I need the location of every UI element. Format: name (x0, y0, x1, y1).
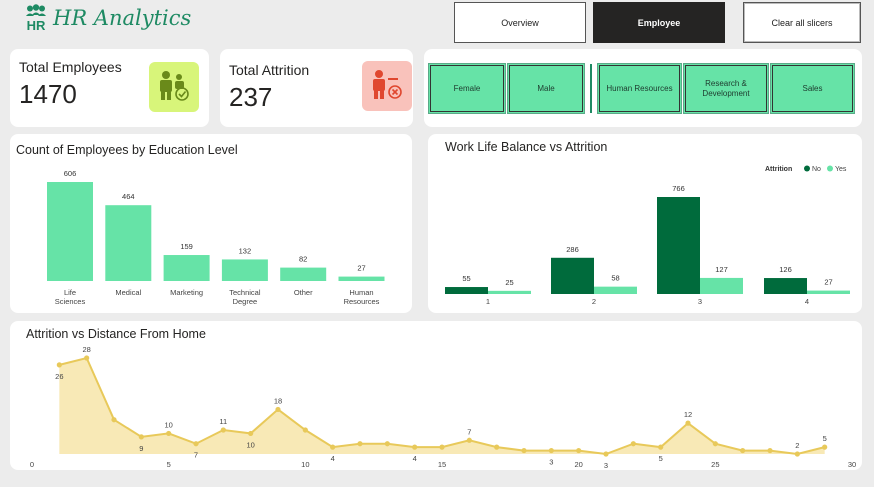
kpi-title: Total Attrition (229, 62, 310, 78)
data-label: 159 (180, 242, 193, 251)
svg-text:HR: HR (27, 18, 46, 32)
legend-label: Yes (835, 166, 847, 173)
kpi-total-attrition: Total Attrition 237 (220, 49, 413, 127)
slicer-male[interactable]: Male (507, 63, 585, 114)
employee-check-icon (149, 62, 199, 112)
data-label: 25 (505, 278, 513, 287)
worklife-chart-card: Work Life Balance vs Attrition 55 25 1 286 5… (428, 134, 862, 313)
tick-label: Human (349, 288, 373, 297)
data-label: 127 (715, 265, 728, 274)
tick-label: Other (294, 288, 313, 297)
data-label: 286 (566, 245, 579, 254)
worklife-bar-chart: 55 25 1 286 58 2 766 127 3 126 27 4 Attrition No Yes (445, 165, 850, 306)
kpi-total-employees: Total Employees 1470 (10, 49, 209, 127)
slicer-divider (590, 64, 592, 113)
legend-marker (804, 165, 810, 172)
education-bar-chart: 606 LifeSciences 464 Medical 159 Marketing 132… (47, 169, 385, 306)
bar-human-resources (338, 276, 385, 281)
overview-button[interactable]: Overview (454, 2, 586, 43)
bar-other (280, 267, 327, 281)
employee-remove-icon (362, 61, 412, 111)
bar-yes-1 (488, 290, 531, 294)
legend-label: No (812, 166, 821, 173)
data-label: 58 (611, 274, 619, 283)
slicer-sales[interactable]: Sales (770, 63, 855, 114)
bar-marketing (163, 255, 210, 281)
bar-yes-2 (594, 286, 637, 294)
bar-technical-degree (221, 259, 268, 281)
slicer-research-development[interactable]: Research & Development (683, 63, 769, 114)
hr-logo-icon: HR (22, 4, 50, 33)
tick-label: Life (64, 288, 76, 297)
education-chart-card: Count of Employees by Education Level 60… (10, 134, 412, 313)
kpi-title: Total Employees (19, 59, 122, 75)
data-label: 82 (299, 255, 307, 264)
bar-no-1 (445, 287, 488, 294)
bar-life-sciences (47, 182, 93, 281)
clear-slicers-button[interactable]: Clear all slicers (743, 2, 861, 43)
kpi-value: 1470 (19, 79, 77, 109)
slicer-female[interactable]: Female (428, 63, 506, 114)
bar-medical (105, 205, 152, 281)
legend-title: Attrition (765, 166, 792, 173)
tick-label: 4 (805, 297, 809, 306)
distance-chart-card: Attrition vs Distance From Home (10, 321, 862, 470)
employee-button[interactable]: Employee (593, 2, 725, 43)
bar-yes-3 (700, 277, 743, 294)
bar-no-3 (657, 197, 700, 294)
data-label: 126 (779, 265, 792, 274)
chart-title: Attrition vs Distance From Home (26, 327, 206, 341)
bar-no-2 (551, 257, 594, 294)
tick-label: 3 (698, 297, 702, 306)
data-label: 766 (672, 184, 685, 193)
legend-marker (827, 165, 833, 172)
tick-label: 1 (486, 297, 490, 306)
data-label: 464 (122, 192, 135, 201)
data-label: 27 (357, 264, 365, 273)
tick-label: Marketing (170, 288, 203, 297)
tick-label: Degree (233, 297, 258, 306)
bar-yes-4 (807, 290, 850, 294)
kpi-value: 237 (229, 82, 273, 112)
tick-label: Sciences (55, 297, 86, 306)
slicer-panel: Female Male Human Resources Research & D… (424, 49, 862, 127)
data-label: 132 (239, 246, 252, 255)
slicer-human-resources[interactable]: Human Resources (597, 63, 682, 114)
tick-label: 2 (592, 297, 596, 306)
data-label: 55 (462, 274, 470, 283)
data-label: 606 (64, 169, 77, 178)
tick-label: Resources (344, 297, 380, 306)
tick-label: Technical (229, 288, 261, 297)
app-title: HR Analytics (53, 6, 192, 30)
bar-no-4 (764, 278, 807, 294)
data-label: 27 (824, 278, 832, 287)
tick-label: Medical (115, 288, 141, 297)
